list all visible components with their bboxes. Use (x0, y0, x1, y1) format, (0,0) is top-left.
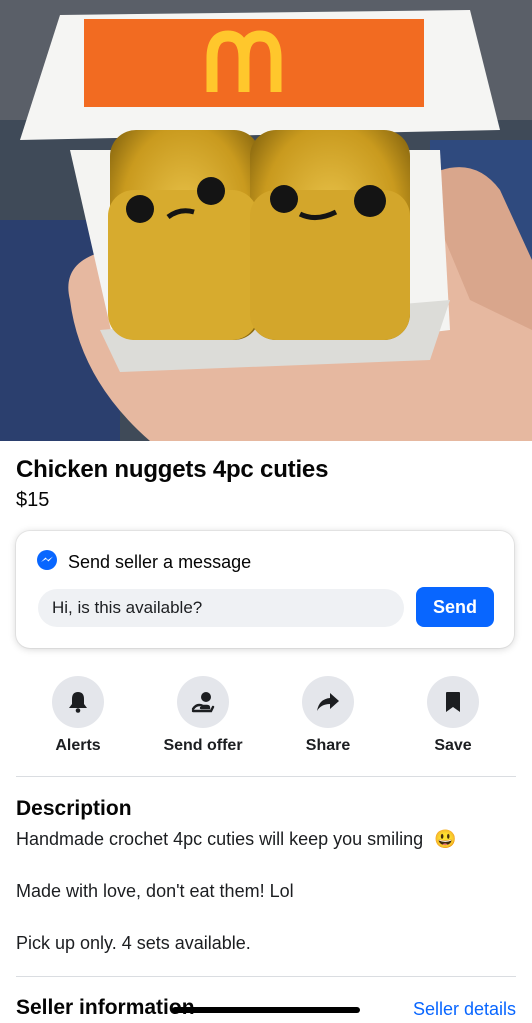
alerts-button[interactable]: Alerts (18, 676, 138, 755)
divider (16, 976, 516, 977)
description-heading: Description (16, 797, 132, 820)
save-button[interactable]: Save (393, 676, 513, 755)
message-card: Send seller a message Hi, is this availa… (16, 531, 514, 648)
message-header: Send seller a message (36, 549, 251, 576)
message-input[interactable]: Hi, is this available? (38, 589, 404, 627)
share-label: Share (305, 737, 351, 754)
listing-title: Chicken nuggets 4pc cuties (16, 456, 329, 483)
home-indicator[interactable] (172, 1007, 360, 1013)
send-button[interactable]: Send (416, 587, 494, 627)
description-line-1: Handmade crochet 4pc cuties will keep yo… (16, 829, 457, 850)
alerts-label: Alerts (55, 737, 101, 754)
seller-details-link[interactable]: Seller details (413, 999, 516, 1020)
send-offer-label: Send offer (163, 737, 243, 754)
message-heading: Send seller a message (68, 552, 252, 572)
divider (16, 776, 516, 777)
listing-price: $15 (16, 489, 50, 511)
listing-photo[interactable] (0, 0, 532, 441)
bell-icon (52, 676, 104, 728)
send-offer-button[interactable]: Send offer (143, 676, 263, 755)
share-arrow-icon (302, 676, 354, 728)
description-line-3: Pick up only. 4 sets available. (16, 933, 251, 953)
messenger-icon (36, 549, 58, 576)
smile-emoji-icon: 😃 (434, 829, 457, 849)
offer-icon (177, 676, 229, 728)
bookmark-icon (427, 676, 479, 728)
seller-heading: Seller information (16, 996, 195, 1019)
save-label: Save (434, 737, 472, 754)
share-button[interactable]: Share (268, 676, 388, 755)
description-line-2: Made with love, don't eat them! Lol (16, 881, 294, 901)
crochet-nuggets-photo (0, 0, 532, 441)
action-bar: Alerts Send offer Share Save (16, 676, 516, 756)
description-text: Handmade crochet 4pc cuties will keep yo… (16, 829, 424, 849)
